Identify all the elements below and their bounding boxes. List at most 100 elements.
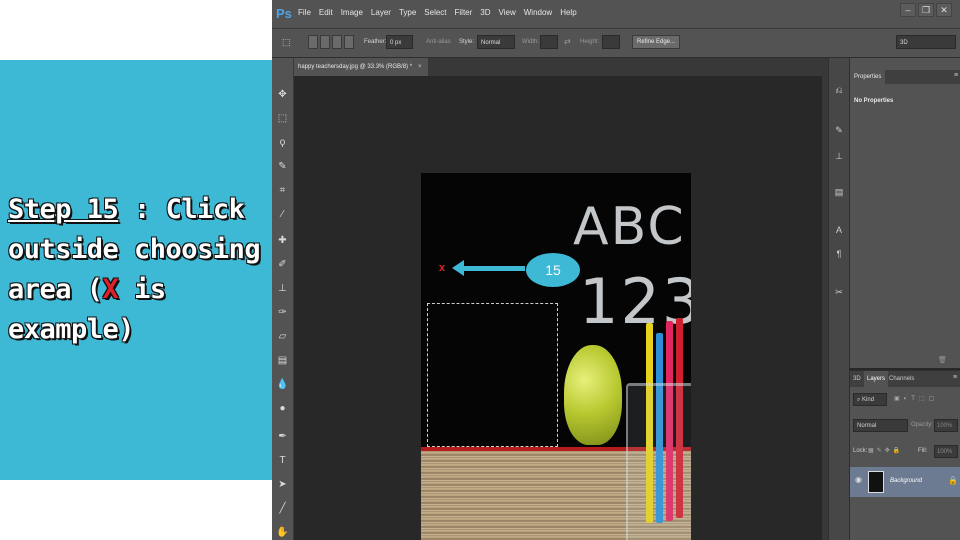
menu-layer[interactable]: Layer <box>367 8 395 17</box>
minimize-icon[interactable]: – <box>900 3 916 17</box>
menu-window[interactable]: Window <box>520 8 556 17</box>
step-instruction: Step 15 : Click outside choosing area (X… <box>8 190 270 350</box>
glass <box>626 383 691 540</box>
width-input[interactable] <box>540 35 558 49</box>
step-callout: 15 <box>526 253 580 287</box>
menu-help[interactable]: Help <box>556 8 580 17</box>
style-label: Style: <box>459 39 475 45</box>
menu-view[interactable]: View <box>495 8 520 17</box>
lasso-tool-icon[interactable]: ϙ <box>276 136 289 149</box>
blend-mode-select[interactable]: Normal <box>853 419 908 432</box>
document-tab-title: happy teachersday.jpg @ 33.3% (RGB/8) * <box>298 64 413 70</box>
eyedropper-icon[interactable]: ⁄ <box>276 208 289 221</box>
menu-image[interactable]: Image <box>337 8 367 17</box>
step-label: Step 15 <box>8 194 119 225</box>
menu: File Edit Image Layer Type Select Filter… <box>294 8 581 17</box>
dodge-tool-icon[interactable]: ● <box>276 402 289 415</box>
hand-tool-icon[interactable]: ✋ <box>276 526 289 539</box>
move-tool-icon[interactable]: ✥ <box>276 88 289 101</box>
opacity-input[interactable]: 100% <box>934 419 958 432</box>
clone-stamp-icon[interactable]: ⊥ <box>276 282 289 295</box>
layers-menu-icon[interactable]: ≡ <box>953 374 957 381</box>
menu-edit[interactable]: Edit <box>315 8 337 17</box>
chalk-letters: ABC <box>573 197 686 257</box>
fill-input[interactable]: 100% <box>934 445 958 458</box>
quick-selection-icon[interactable]: ✎ <box>276 160 289 173</box>
pen-tool-icon[interactable]: ✒ <box>276 430 289 443</box>
menu-filter[interactable]: Filter <box>451 8 477 17</box>
lock-label: Lock: <box>853 448 868 454</box>
history-brush-icon[interactable]: ✑ <box>276 306 289 319</box>
antialias-label[interactable]: Anti-alias <box>426 39 451 45</box>
x-mark-text: X <box>102 274 119 305</box>
marquee-tool-icon[interactable]: ⬚ <box>276 112 289 125</box>
eraser-icon[interactable]: ▱ <box>276 330 289 343</box>
tab-3d[interactable]: 3D <box>850 371 864 387</box>
tab-close-icon[interactable]: × <box>418 64 422 70</box>
feather-input[interactable]: 0 px <box>386 35 413 49</box>
document-tab[interactable]: happy teachersday.jpg @ 33.3% (RGB/8) * × <box>294 58 428 76</box>
options-bar: ⬚ Feather: 0 px Anti-alias Style: Normal… <box>272 29 960 58</box>
tool-presets-icon[interactable]: ▤ <box>833 186 845 198</box>
swap-icon[interactable]: ⇄ <box>564 37 571 46</box>
height-input[interactable] <box>602 35 620 49</box>
trash-icon[interactable]: 🗑 <box>938 356 947 364</box>
restore-icon[interactable]: ❐ <box>918 3 934 17</box>
menu-select[interactable]: Select <box>420 8 450 17</box>
healing-brush-icon[interactable]: ✚ <box>276 234 289 247</box>
panel-menu-icon[interactable]: ≡ <box>954 72 958 79</box>
layer-lock-icon[interactable]: 🔒 <box>948 476 958 485</box>
filter-icons[interactable]: ▣◐T⬚▢ <box>894 395 938 402</box>
selection-marquee[interactable] <box>427 303 558 447</box>
history-icon[interactable]: ⎌ <box>833 84 845 96</box>
tools-icon[interactable]: ✂ <box>833 286 845 298</box>
photoshop-logo: Ps <box>276 6 292 21</box>
crop-tool-icon[interactable]: ⌗ <box>276 184 289 197</box>
brush-tool-icon[interactable]: ✐ <box>276 258 289 271</box>
tab-channels[interactable]: Channels <box>886 371 917 387</box>
fill-label: Fill: <box>918 448 928 454</box>
menu-file[interactable]: File <box>294 8 315 17</box>
close-icon[interactable]: ✕ <box>936 3 952 17</box>
properties-panel: Properties ≡ No Properties 🗑 <box>849 58 960 368</box>
subtract-selection-icon[interactable] <box>332 35 342 49</box>
tools-panel: ✥ ⬚ ϙ ✎ ⌗ ⁄ ✚ ✐ ⊥ ✑ ▱ ▤ 💧 ● ✒ T ➤ ╱ ✋ <box>272 58 294 540</box>
feather-label: Feather: <box>364 39 387 45</box>
refine-edge-button[interactable]: Refine Edge... <box>632 35 681 49</box>
tab-layers[interactable]: Layers <box>864 371 889 387</box>
kind-filter[interactable]: ⌕ Kind <box>853 393 887 406</box>
workspace-select[interactable]: 3D <box>896 35 956 49</box>
path-selection-icon[interactable]: ➤ <box>276 478 289 491</box>
panel-icon-dock: ⎌ ✎ ⊥ ▤ A ¶ ✂ <box>828 58 849 540</box>
menu-type[interactable]: Type <box>395 8 420 17</box>
style-select[interactable]: Normal <box>477 35 515 49</box>
visibility-eye-icon[interactable]: ◉ <box>855 475 862 484</box>
apple <box>564 345 622 445</box>
document-image[interactable]: ABC 123 <box>421 173 691 540</box>
brush-presets-icon[interactable]: ✎ <box>833 124 845 136</box>
add-selection-icon[interactable] <box>320 35 330 49</box>
layers-panel: 3D Layers Channels ≡ ⌕ Kind ▣◐T⬚▢ Normal… <box>849 370 960 540</box>
canvas-area[interactable]: ABC 123 <box>294 76 822 540</box>
character-icon[interactable]: A <box>833 224 845 236</box>
arrow-line <box>463 266 525 271</box>
marquee-tool-icon[interactable]: ⬚ <box>282 37 291 48</box>
blur-tool-icon[interactable]: 💧 <box>276 378 289 391</box>
width-label: Width: <box>522 39 540 45</box>
menu-3d[interactable]: 3D <box>476 8 494 17</box>
lock-icons[interactable]: ▦✎✥🔒 <box>868 447 903 454</box>
properties-tab[interactable]: Properties <box>850 70 886 84</box>
gradient-tool-icon[interactable]: ▤ <box>276 354 289 367</box>
type-tool-icon[interactable]: T <box>276 454 289 467</box>
clone-source-icon[interactable]: ⊥ <box>833 150 845 162</box>
line-tool-icon[interactable]: ╱ <box>276 502 289 515</box>
opacity-label: Opacity: <box>911 422 934 428</box>
paragraph-icon[interactable]: ¶ <box>833 248 845 260</box>
intersect-selection-icon[interactable] <box>344 35 354 49</box>
window-controls: – ❐ ✕ <box>900 3 952 17</box>
new-selection-icon[interactable] <box>308 35 318 49</box>
chalk-numbers: 123 <box>579 265 691 338</box>
height-label: Height: <box>580 39 600 45</box>
document-tab-bar: happy teachersday.jpg @ 33.3% (RGB/8) * × <box>294 58 822 76</box>
layer-background[interactable]: ◉ Background 🔒 <box>850 467 960 497</box>
